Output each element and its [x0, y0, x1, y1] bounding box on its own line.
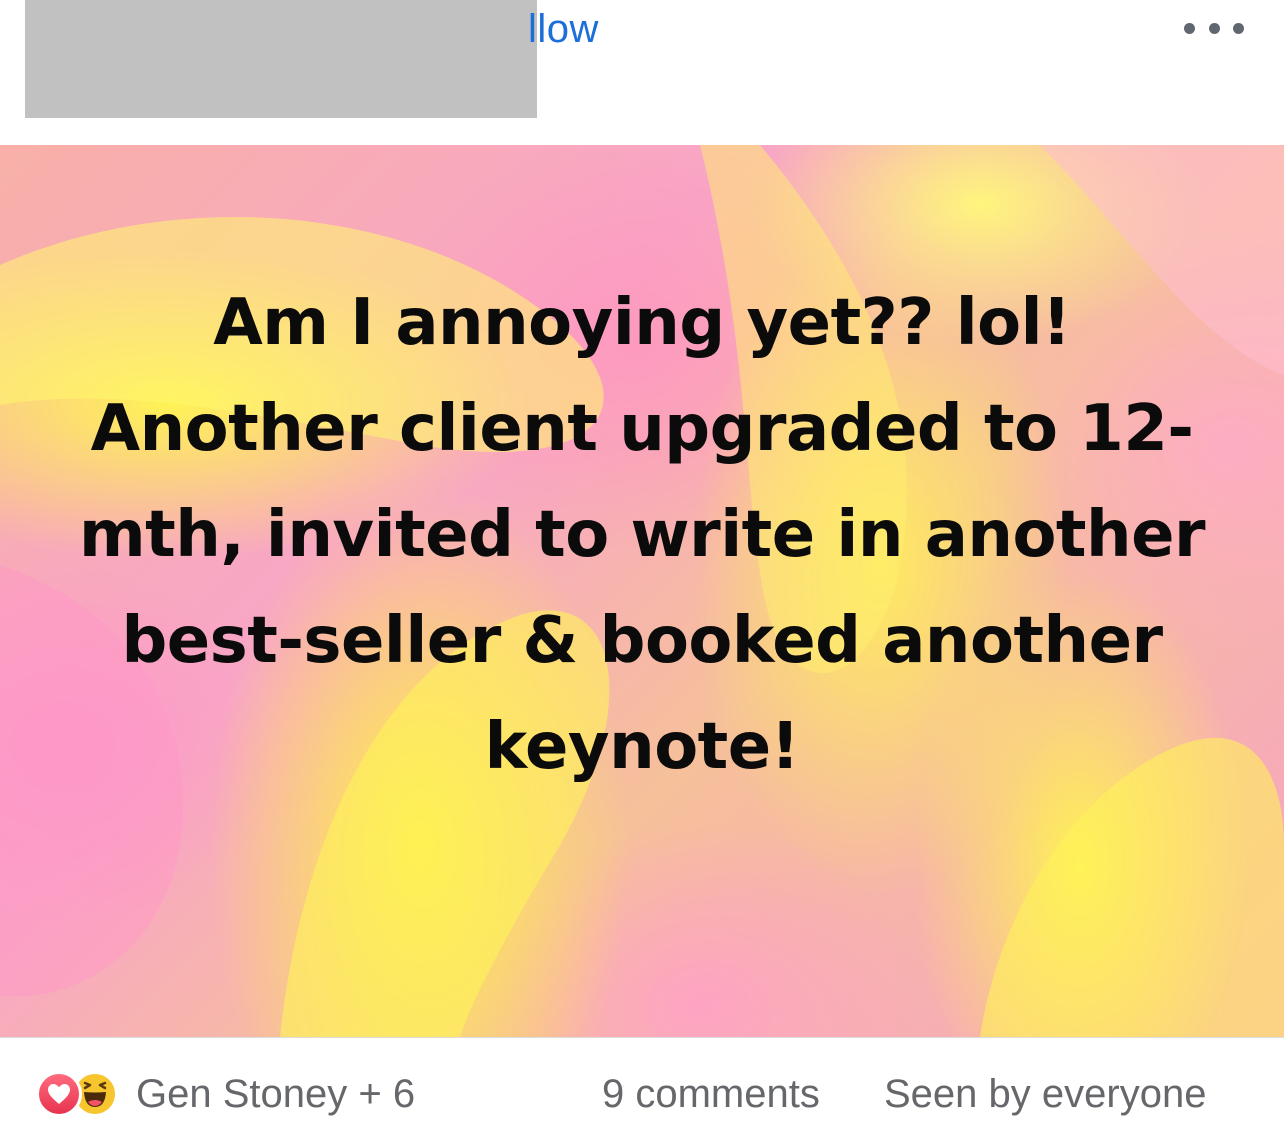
post-background-image: Am I annoying yet?? lol! Another client …	[0, 145, 1284, 1037]
more-dot-icon	[1233, 22, 1244, 34]
reaction-names: Gen Stoney + 6	[136, 1072, 416, 1116]
more-options-button[interactable]	[1184, 16, 1244, 40]
follow-link[interactable]: llow	[528, 4, 599, 54]
facebook-post: llow Am I annoying yet?? lol! Another cl…	[0, 0, 1284, 1122]
post-header: llow	[0, 0, 1284, 145]
seen-by-status: Seen by everyone	[884, 1072, 1207, 1116]
more-dot-icon	[1208, 22, 1220, 34]
redacted-author-area	[25, 0, 537, 118]
more-dot-icon	[1184, 22, 1195, 34]
love-icon	[36, 1071, 82, 1117]
post-text: Am I annoying yet?? lol! Another client …	[78, 286, 1206, 784]
reactions-summary[interactable]: Gen Stoney + 6	[36, 1068, 415, 1120]
post-footer: Gen Stoney + 6 9 comments Seen by everyo…	[0, 1037, 1284, 1122]
comments-count-link[interactable]: 9 comments	[602, 1068, 820, 1120]
